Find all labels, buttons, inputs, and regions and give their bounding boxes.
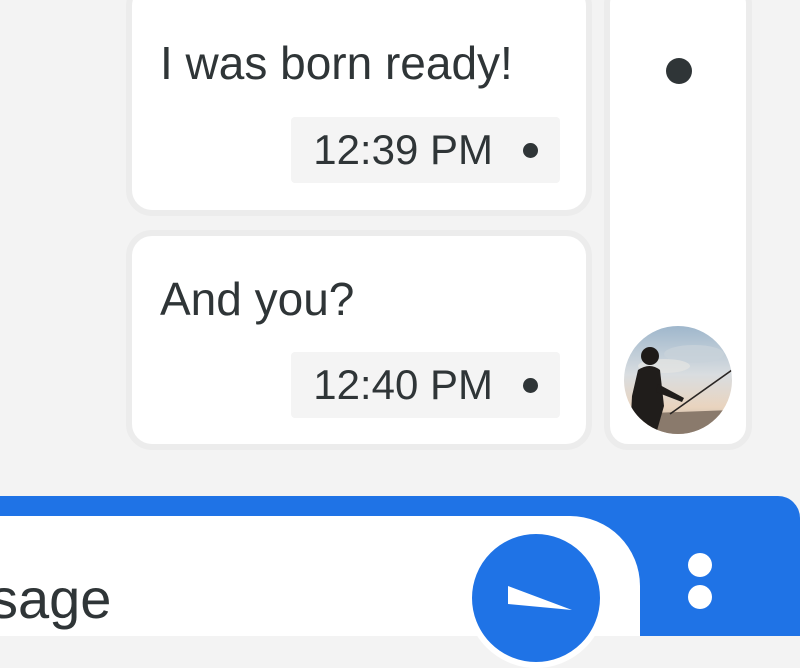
sender-column bbox=[604, 0, 752, 450]
message-text: I was born ready! bbox=[160, 37, 513, 89]
avatar-image bbox=[624, 326, 732, 434]
message-text: And you? bbox=[160, 273, 355, 325]
send-button[interactable] bbox=[466, 528, 606, 668]
chat-area: I was born ready! 12:39 PM And you? 12:4… bbox=[0, 0, 800, 496]
avatar[interactable] bbox=[624, 326, 732, 434]
status-dot-icon bbox=[523, 142, 538, 158]
message-input-placeholder: sage bbox=[0, 567, 112, 630]
more-options-button[interactable] bbox=[680, 545, 720, 615]
message-time: 12:39 PM bbox=[313, 126, 493, 173]
message-bubble[interactable]: And you? 12:40 PM bbox=[126, 230, 592, 450]
status-dot-icon bbox=[523, 377, 538, 393]
more-vertical-icon bbox=[688, 553, 712, 577]
message-meta: 12:39 PM bbox=[291, 117, 560, 183]
unread-dot-icon bbox=[666, 58, 692, 84]
message-meta: 12:40 PM bbox=[291, 352, 560, 418]
message-bubble[interactable]: I was born ready! 12:39 PM bbox=[126, 0, 592, 216]
send-icon bbox=[508, 586, 572, 610]
more-vertical-icon bbox=[688, 585, 712, 609]
message-time: 12:40 PM bbox=[313, 361, 493, 408]
